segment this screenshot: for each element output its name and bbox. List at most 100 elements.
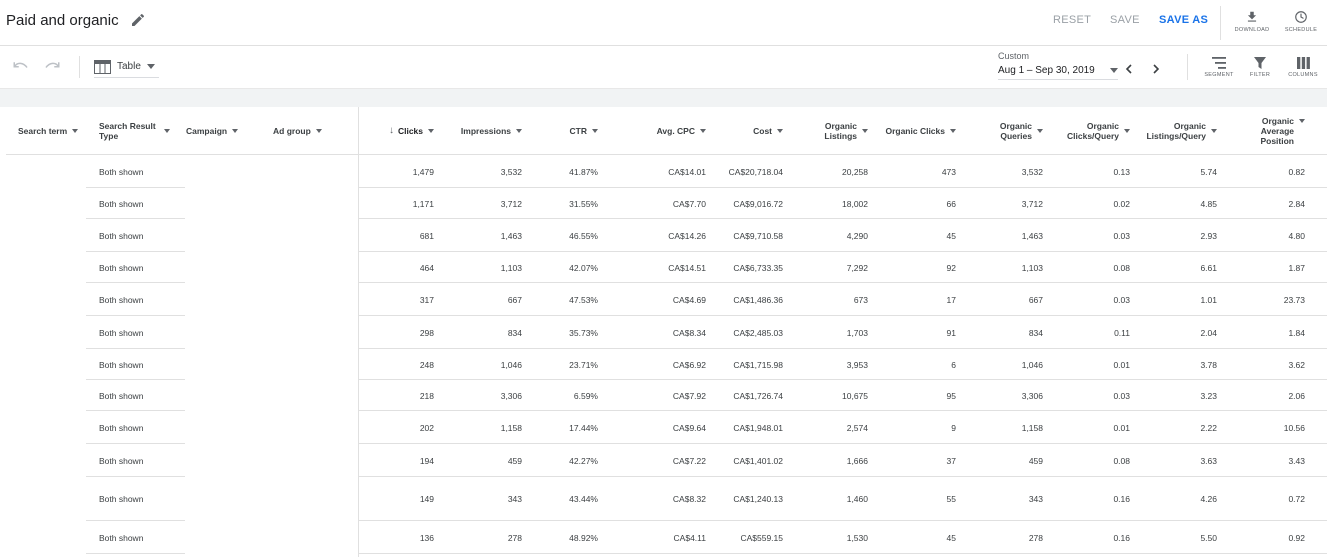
table-row[interactable]: Both shown 1,171 3,712 31.55% CA$7.70 CA$9,01… [6,188,1327,219]
clock-icon [1295,11,1307,23]
filter-label: FILTER [1249,72,1271,78]
table-cell-cpq: 0.01 [1113,422,1130,433]
table-cell-queries: 459 [1028,455,1043,466]
chevron-down-icon [72,129,79,133]
columns-label: COLUMNS [1288,72,1318,78]
toolbar-divider [79,56,80,78]
table-cell-queries: 343 [1028,494,1043,504]
table-cell-pos: 10.56 [1283,422,1305,433]
table-cell-cpc: CA$7.22 [672,455,706,466]
table-cell-queries: 667 [1028,294,1043,305]
table-row[interactable]: Both shown 149 343 43.44% CA$8.32 CA$1,240.13… [6,477,1327,521]
column-header[interactable]: Organic Listings [796,107,868,155]
table-cell-impressions: 278 [507,532,522,543]
redo-icon[interactable] [43,59,61,73]
table-row[interactable]: Both shown 298 834 35.73% CA$8.34 CA$2,485.03… [6,316,1327,349]
table-cell-queries: 3,306 [1021,390,1043,401]
table-cell-ctr: 31.55% [569,198,598,209]
column-header[interactable]: Organic Listings/Query [1136,107,1217,155]
column-header[interactable]: Organic Clicks/Query [1051,107,1130,155]
column-header-label: Cost [753,126,772,136]
table-cell-pos: 0.72 [1288,494,1305,504]
table-row[interactable]: Both shown 464 1,103 42.07% CA$14.51 CA$6,733… [6,252,1327,283]
table-cell-pos: 0.92 [1288,532,1305,543]
save-button[interactable]: SAVE [1110,14,1140,26]
next-period-icon[interactable] [1151,64,1161,74]
table-cell-clicks: 202 [419,422,434,433]
undo-icon[interactable] [12,59,30,73]
column-header-label: Organic Average Position [1260,116,1294,146]
filter-button[interactable]: FILTER [1243,57,1277,78]
table-cell-lpq: 6.61 [1200,262,1217,273]
table-cell-cost: CA$1,401.02 [733,455,783,466]
table-cell-lpq: 2.04 [1200,327,1217,338]
table-cell-lpq: 1.01 [1200,294,1217,305]
table-cell-cpq: 0.03 [1113,230,1130,241]
chevron-down-icon [1037,129,1043,133]
column-header[interactable]: Impressions [446,107,522,155]
column-header[interactable]: Ad group [273,107,333,155]
table-cell-impressions: 3,306 [500,390,522,401]
table-cell-queries: 1,463 [1021,230,1043,241]
table-cell-cpq: 0.16 [1113,532,1130,543]
column-header[interactable]: ↓ Clicks [366,107,434,155]
column-header[interactable]: CTR [536,107,598,155]
chevron-down-icon [1211,129,1217,133]
column-header[interactable]: Cost [706,107,783,155]
table-cell-cpc: CA$4.11 [673,532,706,543]
column-header[interactable]: Search term [18,107,84,155]
column-header-label: Organic Clicks [885,126,945,136]
table-cell-impressions: 1,158 [500,422,522,433]
table-cell-cost: CA$9,016.72 [733,198,783,209]
table-cell-oclicks: 17 [946,294,956,305]
table-cell-type: Both shown [99,390,144,401]
table-cell-listings: 1,703 [846,327,868,338]
table-cell-cost: CA$1,486.36 [733,294,783,305]
edit-pencil-icon[interactable] [130,12,146,28]
column-header[interactable]: Organic Average Position [1221,107,1305,155]
column-header-label: CTR [569,126,587,136]
table-row[interactable]: Both shown 218 3,306 6.59% CA$7.92 CA$1,726.7… [6,380,1327,411]
columns-button[interactable]: COLUMNS [1285,57,1321,78]
schedule-label: SCHEDULE [1284,27,1318,33]
table-cell-queries: 834 [1028,327,1043,338]
table-cell-pos: 0.82 [1288,166,1305,177]
column-header[interactable]: Search Result Type [99,107,183,155]
filter-icon [1254,57,1266,69]
table-cell-clicks: 218 [419,390,434,401]
table-cell-impressions: 667 [507,294,522,305]
column-header[interactable]: Organic Queries [966,107,1043,155]
chevron-down-icon [1124,129,1130,133]
view-type-select[interactable]: Table [94,56,159,78]
table-cell-ctr: 43.44% [569,494,598,504]
table-cell-type: Both shown [99,494,144,504]
schedule-button[interactable]: SCHEDULE [1283,10,1319,33]
table-header: Search term Search Result Type Campaign Ad … [6,107,1327,155]
reset-button[interactable]: RESET [1053,14,1091,26]
download-button[interactable]: DOWNLOAD [1234,10,1270,33]
table-row[interactable]: Both shown 681 1,463 46.55% CA$14.26 CA$9,710… [6,219,1327,252]
table-cell-clicks: 248 [419,359,434,370]
table-cell-type: Both shown [99,294,144,305]
previous-period-icon[interactable] [1124,64,1134,74]
table-cell-impressions: 1,046 [500,359,522,370]
table-cell-ctr: 35.73% [569,327,598,338]
table-cell-cost: CA$1,240.13 [733,494,783,504]
date-range-value[interactable]: Aug 1 – Sep 30, 2019 [998,65,1118,80]
column-header[interactable]: Organic Clicks [876,107,956,155]
segment-button[interactable]: SEGMENT [1202,57,1236,78]
table-cell-ctr: 47.53% [569,294,598,305]
save-as-button[interactable]: SAVE AS [1159,14,1208,26]
table-row[interactable]: Both shown 317 667 47.53% CA$4.69 CA$1,486.36… [6,283,1327,316]
table-row[interactable]: Both shown 194 459 42.27% CA$7.22 CA$1,401.02… [6,444,1327,477]
table-cell-oclicks: 55 [946,494,956,504]
table-row[interactable]: Both shown 1,479 3,532 41.87% CA$14.01 CA$20,… [6,155,1327,188]
table-row[interactable]: Both shown 202 1,158 17.44% CA$9.64 CA$1,948.… [6,411,1327,444]
table-row[interactable]: Both shown 136 278 48.92% CA$4.11 CA$559.15 1,… [6,521,1327,554]
table-row[interactable]: Both shown 248 1,046 23.71% CA$6.92 CA$1,715.… [6,349,1327,380]
table-icon [94,59,111,74]
column-header-label: Organic Clicks/Query [1067,121,1119,141]
date-range-picker[interactable]: Custom Aug 1 – Sep 30, 2019 [998,51,1118,80]
column-header[interactable]: Avg. CPC [616,107,706,155]
column-header[interactable]: Campaign [186,107,246,155]
